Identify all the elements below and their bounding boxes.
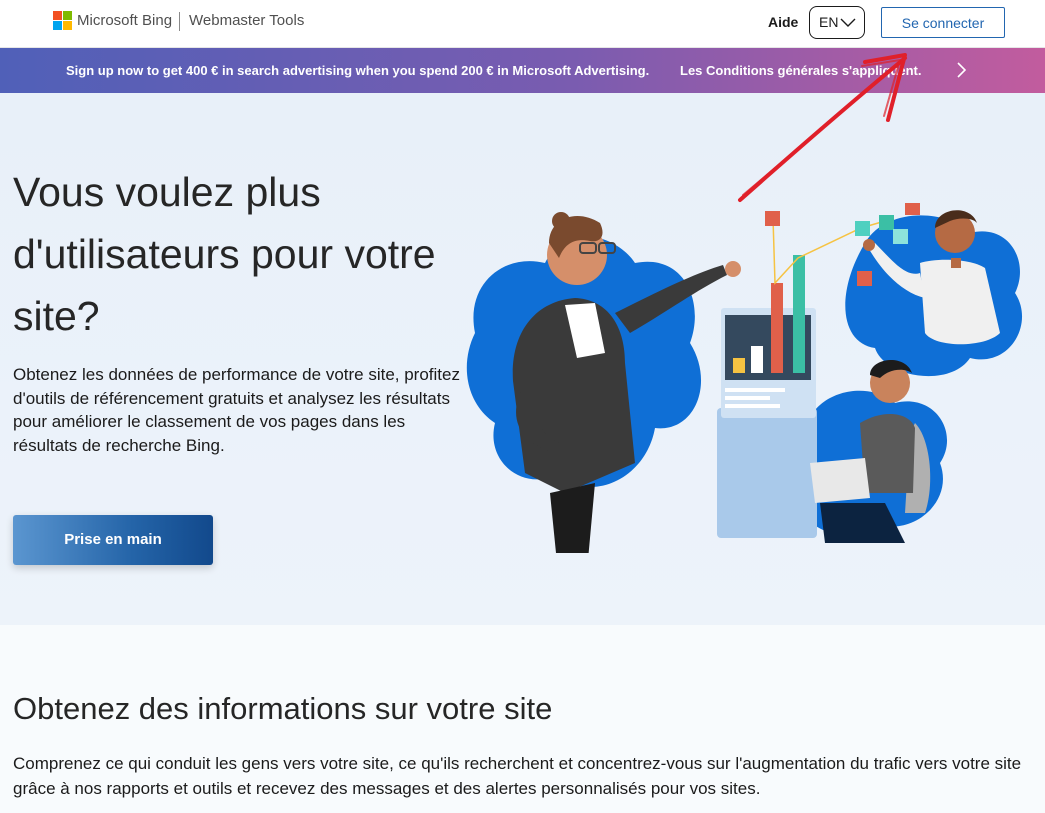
hero-description: Obtenez les données de performance de vo… [13,365,460,455]
insights-section: Obtenez des informations sur votre site … [0,625,1045,813]
top-navigation-bar: Microsoft Bing Webmaster Tools Aide EN S… [0,0,1045,48]
mini-bar-yellow [733,358,745,373]
sign-in-button[interactable]: Se connecter [881,7,1005,38]
chevron-right-icon[interactable] [955,61,969,79]
promo-text: Sign up now to get 400 € in search adver… [66,63,650,78]
data-point-square [857,271,872,286]
data-point-square [765,211,780,226]
dashboard-text-line [725,388,785,392]
brand-name[interactable]: Microsoft Bing [77,12,172,29]
promo-banner: Sign up now to get 400 € in search adver… [0,48,1045,93]
insights-description: Comprenez ce qui conduit les gens vers v… [13,754,1022,798]
mini-bar-orange [771,283,783,373]
dashboard-text-line [725,404,780,408]
hero-title: Vous voulez plus d'utilisateurs pour vot… [13,169,436,339]
data-point-square [905,203,920,215]
language-selector[interactable]: EN [809,6,865,39]
brand-divider [179,12,180,31]
microsoft-logo-icon[interactable] [53,11,73,31]
get-started-button[interactable]: Prise en main [13,515,213,565]
product-name[interactable]: Webmaster Tools [189,12,304,29]
mini-bar-white [751,346,763,373]
data-point-square [893,229,908,244]
hero-illustration [466,203,1023,553]
help-link[interactable]: Aide [768,14,798,30]
data-point-square [855,221,870,236]
mini-bar-teal [793,255,805,373]
dashboard-text-line [725,396,770,400]
hero-section: Vous voulez plus d'utilisateurs pour vot… [0,93,1045,625]
chevron-down-icon [840,18,856,27]
dashboard-stand [757,463,773,523]
insights-title: Obtenez des informations sur votre site [13,691,553,726]
promo-terms-link[interactable]: Les Conditions générales s'appliquent. [680,63,921,78]
language-value: EN [819,14,839,30]
data-point-square [879,215,894,230]
